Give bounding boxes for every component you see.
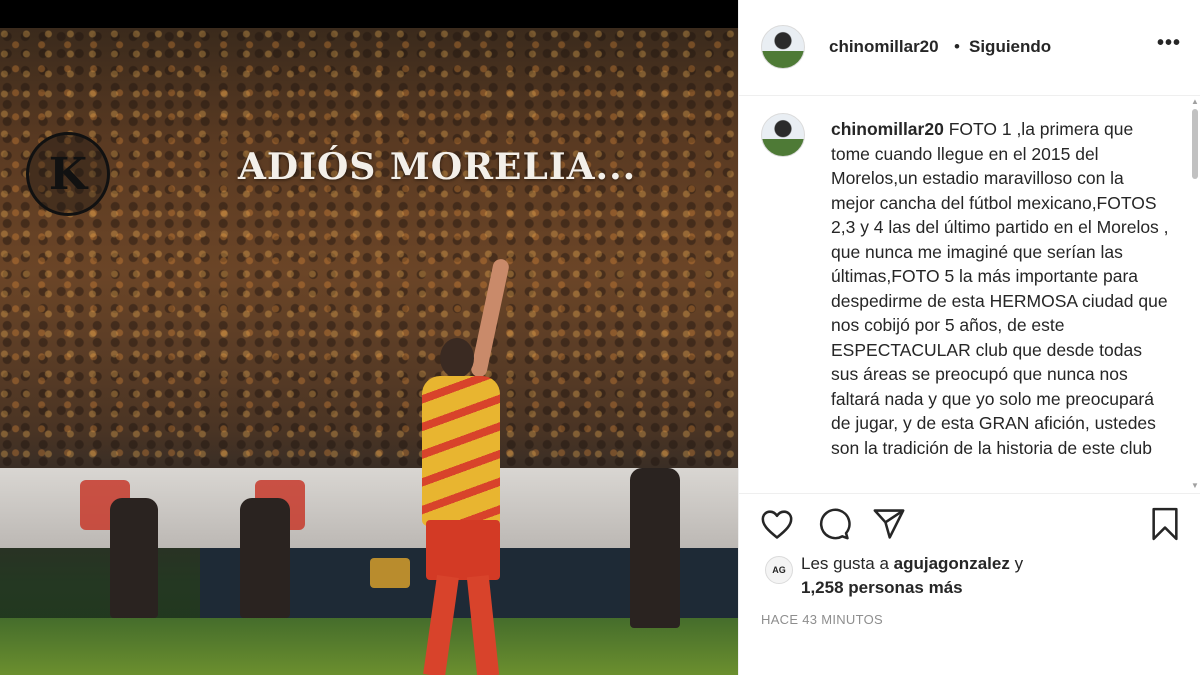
save-button[interactable]: [1147, 506, 1183, 542]
caption-scrollbar[interactable]: ▲ ▼: [1191, 97, 1199, 493]
spectator-figure: [630, 468, 680, 628]
stadium-scene: [0, 28, 738, 675]
scrollbar-thumb[interactable]: [1192, 109, 1198, 179]
post-timestamp[interactable]: HACE 43 MINUTOS: [761, 612, 883, 627]
share-button[interactable]: [871, 506, 907, 542]
scroll-down-icon[interactable]: ▼: [1191, 481, 1199, 490]
likes-prefix: Les gusta a: [801, 554, 889, 573]
caption-username[interactable]: chinomillar20: [831, 119, 944, 139]
likes-count-link[interactable]: 1,258 personas más: [801, 578, 963, 597]
following-button[interactable]: Siguiendo: [969, 37, 1051, 57]
post-actions: AG Les gusta a agujagonzalez y 1,258 per…: [739, 493, 1200, 679]
like-button[interactable]: [759, 506, 795, 542]
liker-avatar[interactable]: AG: [765, 556, 793, 584]
bookmark-icon: [1152, 507, 1178, 541]
likes-summary: Les gusta a agujagonzalez y 1,258 person…: [801, 552, 1181, 600]
header-separator: •: [954, 37, 960, 56]
post-header: chinomillar20 • Siguiendo •••: [739, 0, 1200, 96]
comment-button[interactable]: [816, 506, 852, 542]
pitch: [0, 618, 738, 675]
heart-outline-icon: [761, 510, 793, 539]
post-sidebar: chinomillar20 • Siguiendo ••• chinomilla…: [738, 0, 1200, 675]
caption-text: FOTO 1 ,la primera que tome cuando llegu…: [831, 119, 1169, 458]
paper-plane-icon: [873, 509, 905, 539]
crowd-background: [0, 28, 738, 468]
post-caption: chinomillar20 FOTO 1 ,la primera que tom…: [831, 117, 1169, 460]
likes-conjunction: y: [1014, 554, 1024, 573]
watermark-logo: K: [26, 132, 110, 216]
spectator-figure: [240, 498, 290, 618]
caption-author-avatar[interactable]: [761, 113, 805, 157]
more-options-icon[interactable]: •••: [1157, 32, 1181, 55]
player-figure: [400, 257, 520, 675]
spectator-figure: [110, 498, 158, 618]
liker-username[interactable]: agujagonzalez: [894, 554, 1010, 573]
scroll-up-icon[interactable]: ▲: [1191, 97, 1199, 106]
author-username[interactable]: chinomillar20: [829, 37, 939, 57]
comment-bubble-icon: [819, 508, 851, 540]
photo-overlay-title: ADIÓS MORELIA...: [238, 146, 637, 188]
author-avatar[interactable]: [761, 25, 805, 69]
post-photo[interactable]: K ADIÓS MORELIA...: [0, 0, 738, 675]
comments-area[interactable]: chinomillar20 FOTO 1 ,la primera que tom…: [739, 97, 1200, 493]
